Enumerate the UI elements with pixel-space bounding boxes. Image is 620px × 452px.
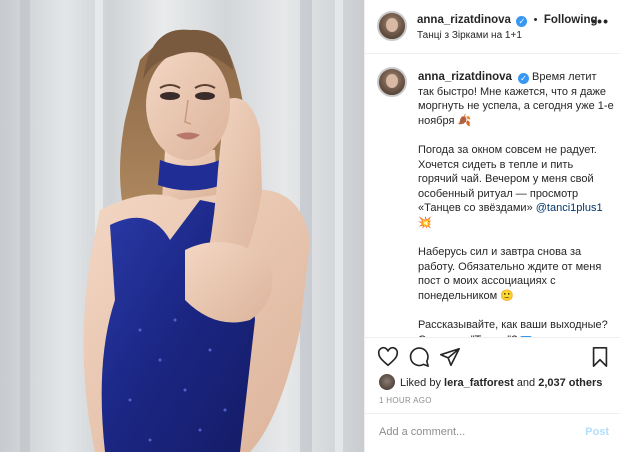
verified-icon: ✓ <box>517 73 529 84</box>
liker-avatar[interactable] <box>379 374 395 390</box>
caption-area: anna_rizatdinova ✓ Время летит так быстро… <box>365 55 620 337</box>
following-button[interactable]: Following <box>544 14 598 26</box>
post-location[interactable]: Танці з Зірками на 1+1 <box>417 30 522 41</box>
likes-count[interactable]: 2,037 others <box>538 377 602 389</box>
more-icon[interactable]: ••• <box>591 13 609 29</box>
caption-text-p3: Наберусь сил и завтра снова за работу. О… <box>418 246 602 302</box>
caption-paragraph-4: Рассказывайте, как ваши выходные? Смотри… <box>418 318 614 337</box>
liked-by-user[interactable]: lera_fatforest <box>444 377 514 389</box>
comment-area: Post <box>365 413 620 452</box>
caption-text-p2-end: 💥 <box>418 216 432 229</box>
post-header: anna_rizatdinova ✓ • Following Танці з З… <box>365 0 620 54</box>
likes-summary: Liked by lera_fatforest and 2,037 others <box>379 374 602 390</box>
photo-illustration <box>20 0 343 452</box>
liked-by-prefix: Liked by <box>400 377 445 389</box>
author-avatar[interactable] <box>377 11 407 41</box>
post-comment-button[interactable]: Post <box>585 426 609 438</box>
caption-paragraph-2: Погода за окном совсем не радует. Хочетс… <box>418 143 614 231</box>
caption-author-avatar[interactable] <box>377 67 407 97</box>
liked-and: and <box>513 377 539 389</box>
post-timestamp[interactable]: 1 HOUR AGO <box>379 396 432 405</box>
bookmark-icon[interactable] <box>589 346 611 368</box>
caption-author-username[interactable]: anna_rizatdinova <box>418 71 512 83</box>
share-icon[interactable] <box>439 346 461 368</box>
heart-icon[interactable] <box>377 346 399 368</box>
header-separator: • <box>533 14 538 26</box>
caption-text-p4: Рассказывайте, как ваши выходные? Смотри… <box>418 319 608 337</box>
author-row: anna_rizatdinova ✓ • Following <box>417 12 598 27</box>
post-photo[interactable] <box>0 0 364 452</box>
caption-text: anna_rizatdinova ✓ Время летит так быстро… <box>418 70 614 337</box>
comment-icon[interactable] <box>408 346 430 368</box>
caption-paragraph-3: Наберусь сил и завтра снова за работу. О… <box>418 245 614 303</box>
actions-area: Liked by lera_fatforest and 2,037 others… <box>365 337 620 413</box>
comment-input[interactable] <box>379 426 569 438</box>
author-username[interactable]: anna_rizatdinova <box>417 14 511 26</box>
caption-paragraph-1: anna_rizatdinova ✓ Время летит так быстро… <box>418 70 614 128</box>
verified-icon: ✓ <box>516 16 528 27</box>
post-sidebar: anna_rizatdinova ✓ • Following Танці з З… <box>364 0 620 452</box>
mention-link[interactable]: @tanci1plus1 <box>536 202 603 214</box>
